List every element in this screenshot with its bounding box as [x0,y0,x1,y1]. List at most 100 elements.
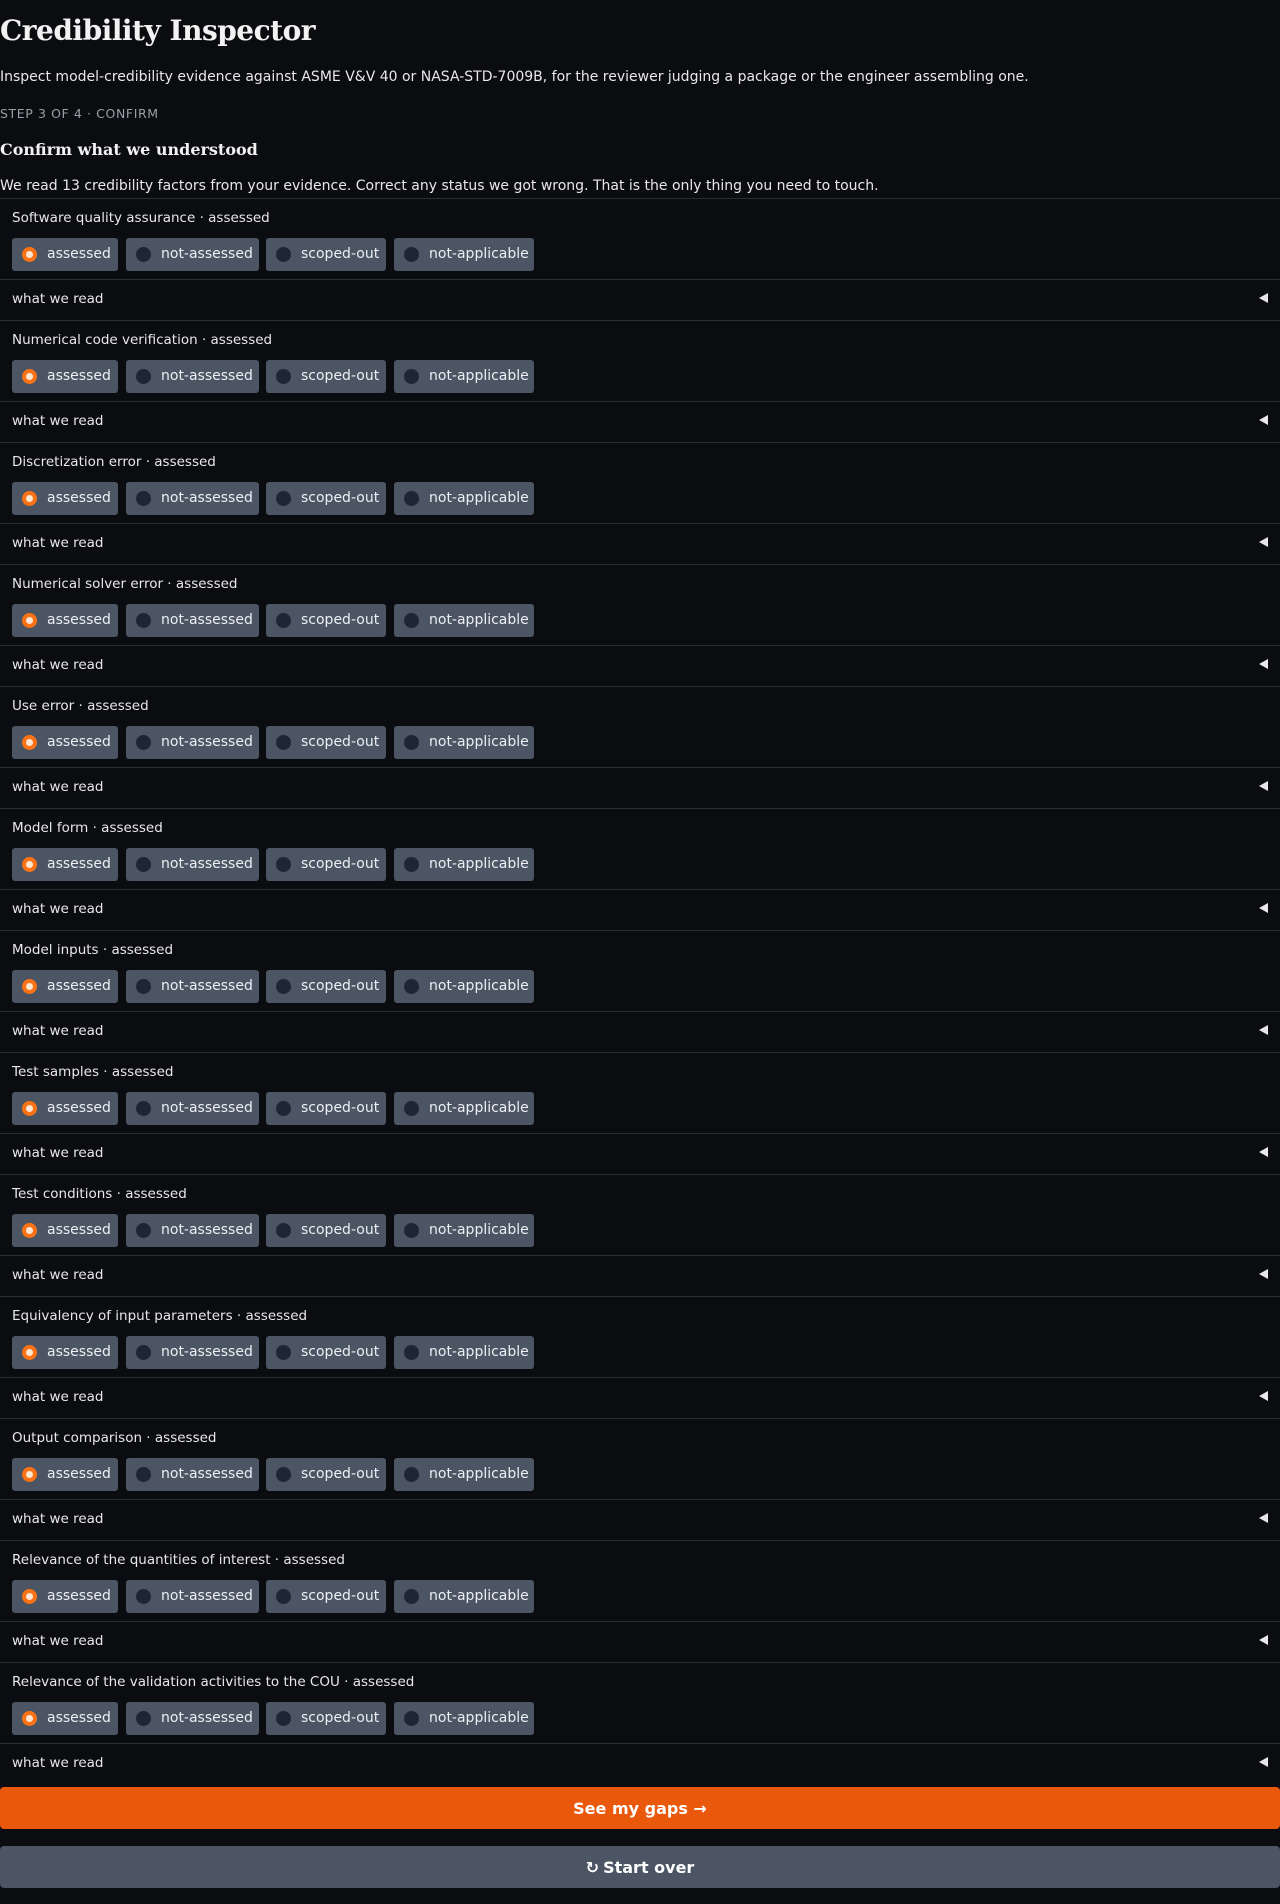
radio-checked-icon [22,857,37,872]
status-option-assessed[interactable]: assessed [12,238,118,271]
status-option-assessed[interactable]: assessed [12,1702,118,1735]
status-option-scoped-out[interactable]: scoped-out [266,1214,386,1247]
status-option-label: scoped-out [301,1344,380,1360]
status-option-scoped-out[interactable]: scoped-out [266,1336,386,1369]
status-option-not-applicable[interactable]: not-applicable [394,970,534,1003]
what-we-read-toggle[interactable]: what we read [0,523,1280,564]
what-we-read-label: what we read [12,1511,104,1527]
status-option-assessed[interactable]: assessed [12,1336,118,1369]
status-option-not-assessed[interactable]: not-assessed [126,1702,259,1735]
status-option-scoped-out[interactable]: scoped-out [266,604,386,637]
what-we-read-toggle[interactable]: what we read [0,401,1280,442]
radio-unchecked-icon [276,1101,291,1116]
status-option-not-applicable[interactable]: not-applicable [394,1336,534,1369]
status-option-scoped-out[interactable]: scoped-out [266,1092,386,1125]
what-we-read-toggle[interactable]: what we read [0,1011,1280,1052]
radio-unchecked-icon [276,247,291,262]
status-option-label: not-assessed [161,856,253,872]
what-we-read-toggle[interactable]: what we read [0,1133,1280,1174]
what-we-read-label: what we read [12,535,104,551]
status-option-assessed[interactable]: assessed [12,970,118,1003]
factor-label: Equivalency of input parameters · assess… [12,1308,308,1324]
what-we-read-label: what we read [12,291,104,307]
radio-unchecked-icon [136,613,151,628]
radio-unchecked-icon [136,979,151,994]
status-option-scoped-out[interactable]: scoped-out [266,848,386,881]
status-option-not-assessed[interactable]: not-assessed [126,1336,259,1369]
factor-label: Model form · assessed [12,820,163,836]
status-option-label: not-assessed [161,368,253,384]
factor-label: Numerical code verification · assessed [12,332,273,348]
status-option-not-applicable[interactable]: not-applicable [394,238,534,271]
start-over-button[interactable]: ↻ Start over [0,1846,1280,1888]
radio-unchecked-icon [404,1711,419,1726]
status-option-not-assessed[interactable]: not-assessed [126,238,259,271]
radio-unchecked-icon [276,1223,291,1238]
status-option-not-applicable[interactable]: not-applicable [394,1458,534,1491]
what-we-read-toggle[interactable]: what we read [0,1255,1280,1296]
what-we-read-toggle[interactable]: what we read [0,279,1280,320]
status-option-not-assessed[interactable]: not-assessed [126,848,259,881]
status-option-scoped-out[interactable]: scoped-out [266,238,386,271]
status-option-scoped-out[interactable]: scoped-out [266,482,386,515]
status-option-scoped-out[interactable]: scoped-out [266,970,386,1003]
step-indicator: STEP 3 OF 4 · CONFIRM [0,106,159,121]
status-option-scoped-out[interactable]: scoped-out [266,1458,386,1491]
what-we-read-toggle[interactable]: what we read [0,1499,1280,1540]
radio-unchecked-icon [136,735,151,750]
status-option-scoped-out[interactable]: scoped-out [266,1580,386,1613]
caret-left-icon [1259,903,1268,913]
status-option-not-assessed[interactable]: not-assessed [126,726,259,759]
status-option-assessed[interactable]: assessed [12,604,118,637]
status-option-label: scoped-out [301,734,380,750]
status-option-assessed[interactable]: assessed [12,360,118,393]
status-option-not-assessed[interactable]: not-assessed [126,970,259,1003]
status-option-not-applicable[interactable]: not-applicable [394,604,534,637]
status-option-not-assessed[interactable]: not-assessed [126,1580,259,1613]
what-we-read-toggle[interactable]: what we read [0,889,1280,930]
status-option-not-applicable[interactable]: not-applicable [394,1092,534,1125]
status-option-label: not-assessed [161,1588,253,1604]
what-we-read-toggle[interactable]: what we read [0,645,1280,686]
status-option-not-assessed[interactable]: not-assessed [126,1458,259,1491]
status-option-assessed[interactable]: assessed [12,482,118,515]
see-my-gaps-button[interactable]: See my gaps → [0,1787,1280,1829]
status-option-not-applicable[interactable]: not-applicable [394,848,534,881]
what-we-read-toggle[interactable]: what we read [0,767,1280,808]
radio-checked-icon [22,1711,37,1726]
factor-label: Test conditions · assessed [12,1186,187,1202]
radio-unchecked-icon [404,1467,419,1482]
factor-row: Test samples · assessed assessed not-asses… [0,1052,1280,1133]
see-my-gaps-label: See my gaps → [573,1799,707,1818]
status-option-not-applicable[interactable]: not-applicable [394,360,534,393]
status-option-scoped-out[interactable]: scoped-out [266,1702,386,1735]
status-option-not-assessed[interactable]: not-assessed [126,1214,259,1247]
status-option-assessed[interactable]: assessed [12,1580,118,1613]
status-option-not-applicable[interactable]: not-applicable [394,726,534,759]
status-option-not-applicable[interactable]: not-applicable [394,1702,534,1735]
what-we-read-label: what we read [12,1267,104,1283]
status-option-scoped-out[interactable]: scoped-out [266,360,386,393]
status-option-assessed[interactable]: assessed [12,1458,118,1491]
status-option-label: not-applicable [429,612,529,628]
status-option-assessed[interactable]: assessed [12,848,118,881]
status-option-not-applicable[interactable]: not-applicable [394,1214,534,1247]
factor-row: Use error · assessed assessed not-assessed… [0,686,1280,767]
status-option-label: scoped-out [301,612,380,628]
factor-row: Model inputs · assessed assessed not-asses… [0,930,1280,1011]
status-option-not-assessed[interactable]: not-assessed [126,360,259,393]
what-we-read-toggle[interactable]: what we read [0,1621,1280,1662]
what-we-read-toggle[interactable]: what we read [0,1377,1280,1418]
status-option-assessed[interactable]: assessed [12,726,118,759]
status-option-scoped-out[interactable]: scoped-out [266,726,386,759]
caret-left-icon [1259,781,1268,791]
what-we-read-toggle[interactable]: what we read [0,1743,1280,1784]
radio-unchecked-icon [276,369,291,384]
status-option-not-applicable[interactable]: not-applicable [394,1580,534,1613]
status-option-assessed[interactable]: assessed [12,1092,118,1125]
status-option-assessed[interactable]: assessed [12,1214,118,1247]
status-option-not-assessed[interactable]: not-assessed [126,482,259,515]
status-option-not-assessed[interactable]: not-assessed [126,604,259,637]
status-option-not-applicable[interactable]: not-applicable [394,482,534,515]
status-option-not-assessed[interactable]: not-assessed [126,1092,259,1125]
